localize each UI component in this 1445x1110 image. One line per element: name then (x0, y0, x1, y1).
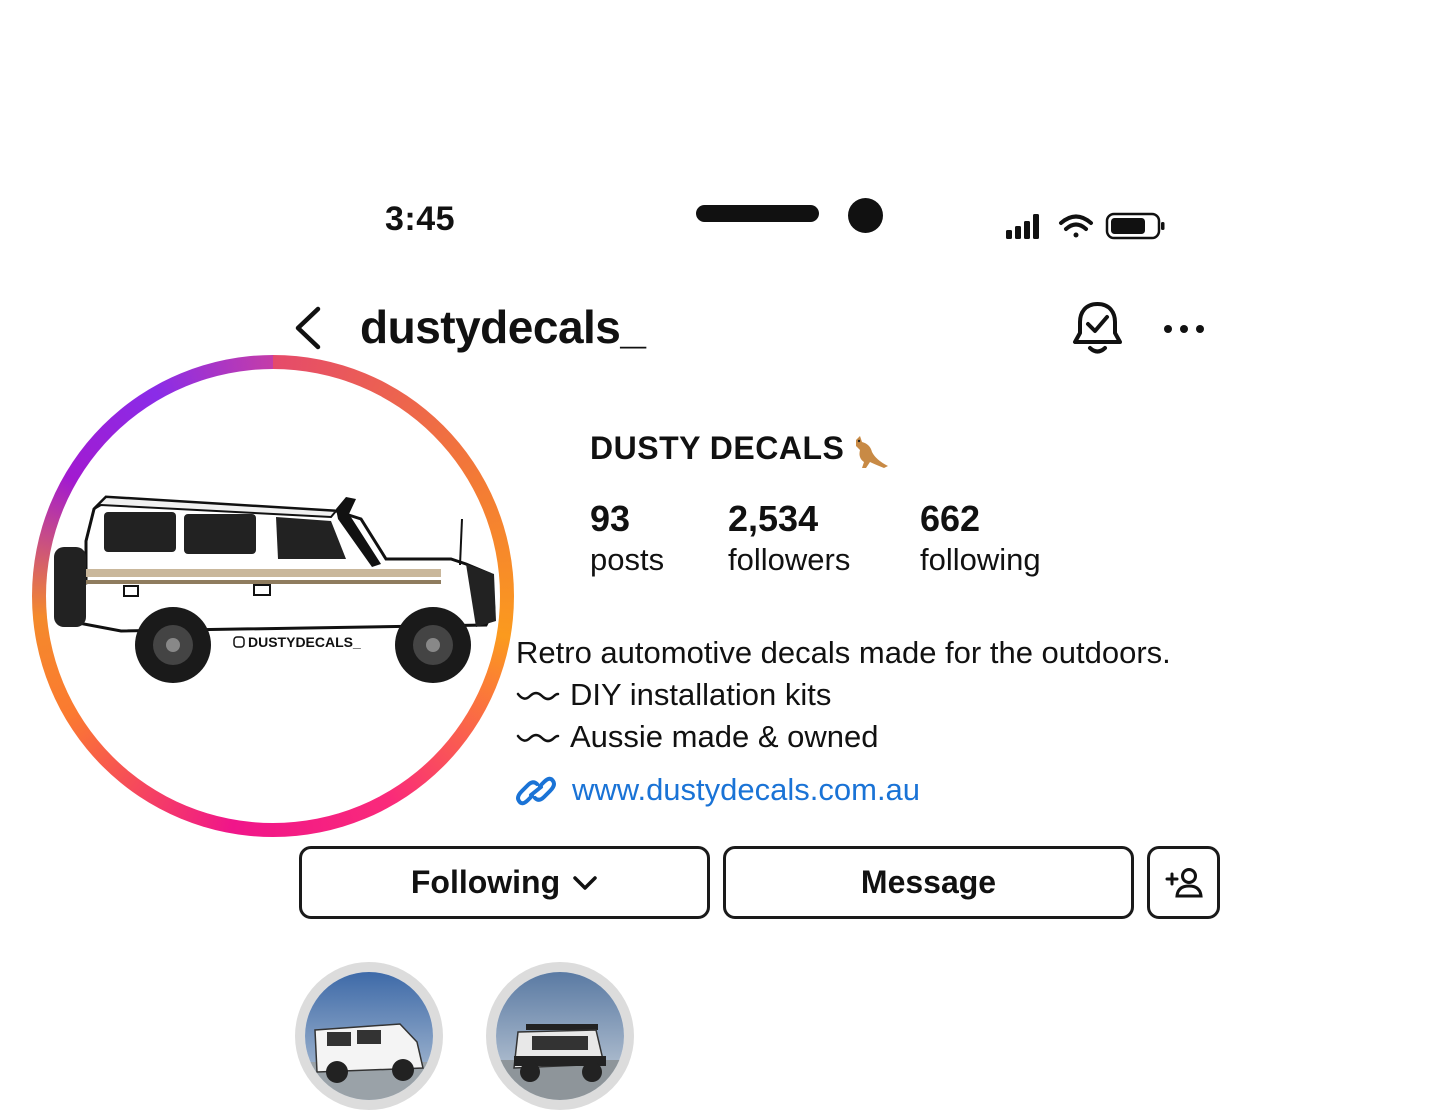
website-link[interactable]: www.dustydecals.com.au (572, 772, 920, 808)
bio-line-2: DIY installation kits (516, 677, 831, 713)
bio-line-3: Aussie made & owned (516, 719, 878, 755)
troopy-illustration: DUSTYDECALS_ (54, 495, 496, 683)
wavy-dash-icon (516, 691, 560, 701)
story-highlight-image (496, 972, 624, 1100)
chevron-down-icon (573, 875, 597, 890)
suggested-users-button[interactable] (1147, 846, 1220, 919)
profile-handle: dustydecals_ (360, 301, 646, 353)
add-person-icon (1165, 867, 1203, 897)
bio-line-2-text: DIY installation kits (570, 677, 832, 712)
stat-posts-label: posts (590, 542, 665, 577)
following-label: Following (410, 864, 561, 900)
more-horizontal-icon[interactable] (1162, 315, 1206, 343)
kangaroo-icon (856, 436, 888, 468)
story-highlight[interactable] (295, 962, 443, 1110)
chevron-left-icon[interactable] (290, 305, 326, 351)
message-button[interactable]: Message (723, 846, 1134, 919)
avatar-watermark: DUSTYDECALS_ (248, 634, 361, 650)
story-highlight[interactable] (486, 962, 634, 1110)
dynamic-island (696, 205, 819, 222)
following-button[interactable]: Following (299, 846, 710, 919)
wavy-dash-icon (516, 733, 560, 743)
signal-icon (1006, 214, 1039, 239)
avatar[interactable]: DUSTYDECALS_ (46, 369, 500, 823)
status-time: 3:45 (385, 200, 456, 238)
wifi-icon (1059, 214, 1093, 238)
link-icon (516, 776, 556, 806)
battery-icon (1105, 212, 1165, 240)
status-icons (1006, 212, 1165, 240)
bio-line-1: Retro automotive decals made for the out… (516, 635, 1171, 670)
stat-following-label[interactable]: following (920, 542, 1041, 578)
bio-line-3-text: Aussie made & owned (570, 719, 879, 754)
stat-following-value[interactable]: 662 (920, 498, 980, 540)
bell-check-icon[interactable] (1070, 300, 1125, 356)
stat-followers-value[interactable]: 2,534 (728, 498, 818, 540)
stat-followers-label[interactable]: followers (728, 542, 850, 578)
display-name: DUSTY DECALS (590, 430, 845, 466)
story-highlight-image (305, 972, 433, 1100)
stat-posts-value: 93 (590, 498, 631, 539)
message-label: Message (860, 864, 997, 900)
front-camera (848, 198, 883, 233)
